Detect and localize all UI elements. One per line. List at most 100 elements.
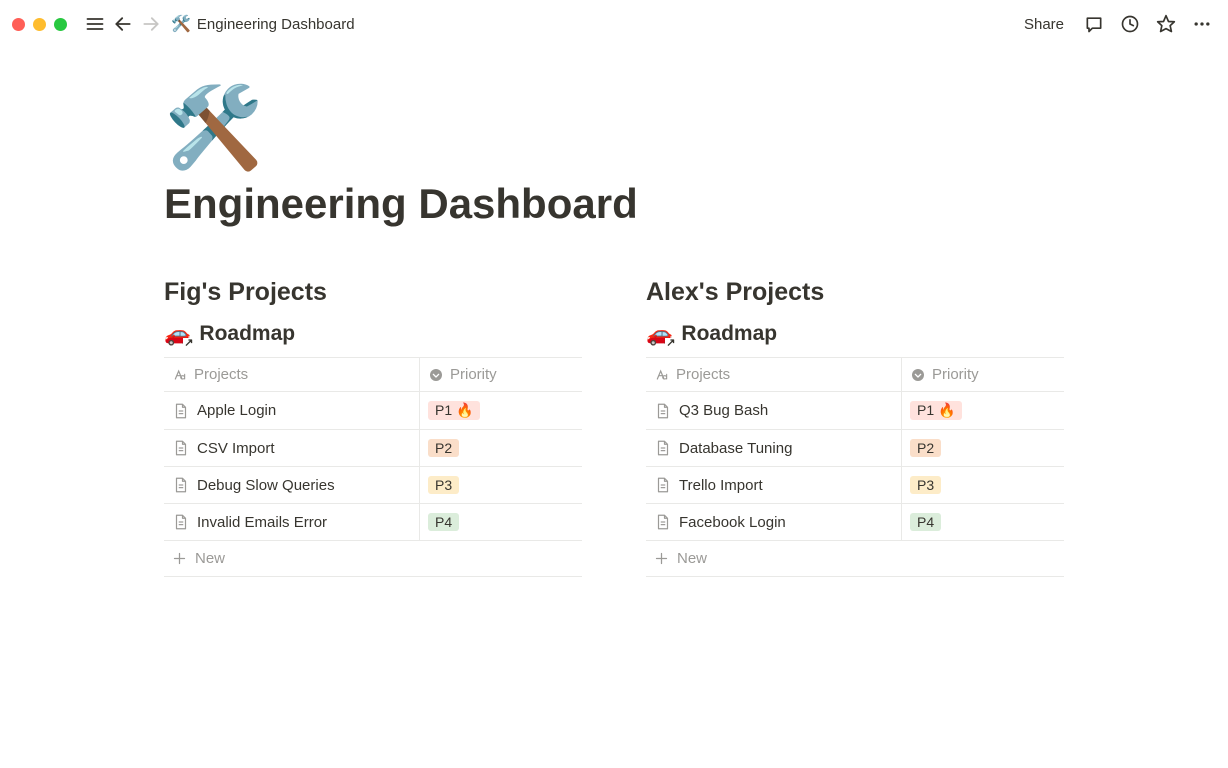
window-minimize-button[interactable] (33, 18, 46, 31)
priority-tag: P4 (428, 513, 459, 531)
plus-icon (172, 551, 187, 566)
star-icon (1156, 14, 1176, 34)
topbar: 🛠️ Engineering Dashboard Share (0, 0, 1228, 48)
text-property-icon (172, 367, 188, 383)
priority-tag: P1 🔥 (428, 401, 480, 420)
cell-priority[interactable]: P4 (902, 504, 1064, 540)
row-title: Q3 Bug Bash (679, 402, 768, 419)
breadcrumb[interactable]: 🛠️ Engineering Dashboard (171, 14, 355, 34)
page-icon (654, 402, 672, 420)
table-row[interactable]: Debug Slow Queries P3 (164, 467, 582, 504)
cell-project-name[interactable]: Facebook Login (646, 504, 902, 540)
toggle-sidebar-button[interactable] (81, 10, 109, 38)
plus-icon (654, 551, 669, 566)
cell-priority[interactable]: P3 (902, 467, 1064, 503)
priority-tag: P4 (910, 513, 941, 531)
priority-tag: P2 (910, 439, 941, 457)
row-title: Debug Slow Queries (197, 477, 335, 494)
page-icon (654, 476, 672, 494)
linked-database-title[interactable]: 🚗↗ Roadmap (646, 321, 1064, 347)
row-title: CSV Import (197, 440, 275, 457)
priority-tag: P2 (428, 439, 459, 457)
cell-priority[interactable]: P1 🔥 (420, 392, 582, 429)
hamburger-icon (85, 14, 105, 34)
section-heading[interactable]: Alex's Projects (646, 278, 1064, 307)
cell-priority[interactable]: P4 (420, 504, 582, 540)
table-row[interactable]: Apple Login P1 🔥 (164, 392, 582, 430)
table-row[interactable]: Facebook Login P4 (646, 504, 1064, 541)
comments-button[interactable] (1080, 10, 1108, 38)
table-row[interactable]: Q3 Bug Bash P1 🔥 (646, 392, 1064, 430)
database-icon: 🚗↗ (646, 321, 673, 347)
cell-project-name[interactable]: Invalid Emails Error (164, 504, 420, 540)
link-arrow-icon: ↗ (183, 338, 194, 349)
table-header: Projects Priority (646, 358, 1064, 392)
new-row-button[interactable]: New (164, 541, 582, 577)
breadcrumb-icon: 🛠️ (171, 14, 191, 34)
nav-forward-button[interactable] (137, 10, 165, 38)
row-title: Invalid Emails Error (197, 514, 327, 531)
page-icon[interactable]: 🛠️ (164, 88, 1064, 168)
text-property-icon (654, 367, 670, 383)
select-property-icon (428, 367, 444, 383)
section-heading[interactable]: Fig's Projects (164, 278, 582, 307)
topbar-right: Share (1016, 10, 1216, 38)
row-title: Trello Import (679, 477, 763, 494)
page-content: 🛠️ Engineering Dashboard Fig's Projects … (0, 48, 1228, 577)
table-row[interactable]: Invalid Emails Error P4 (164, 504, 582, 541)
priority-tag: P3 (910, 476, 941, 494)
cell-priority[interactable]: P1 🔥 (902, 392, 1064, 429)
nav-back-button[interactable] (109, 10, 137, 38)
column: Fig's Projects 🚗↗ Roadmap Projects Prior… (164, 278, 582, 577)
arrow-left-icon (113, 14, 133, 34)
column-header-label: Projects (194, 366, 248, 383)
select-property-icon (910, 367, 926, 383)
column-header-projects[interactable]: Projects (164, 358, 420, 391)
column-header-label: Priority (450, 366, 497, 383)
cell-priority[interactable]: P2 (902, 430, 1064, 466)
column-header-projects[interactable]: Projects (646, 358, 902, 391)
row-title: Facebook Login (679, 514, 786, 531)
cell-project-name[interactable]: Database Tuning (646, 430, 902, 466)
cell-project-name[interactable]: Debug Slow Queries (164, 467, 420, 503)
page-title[interactable]: Engineering Dashboard (164, 180, 1064, 228)
database-name: Roadmap (199, 322, 295, 346)
column-header-priority[interactable]: Priority (420, 358, 582, 391)
arrow-right-icon (141, 14, 161, 34)
priority-tag: P3 (428, 476, 459, 494)
column-header-priority[interactable]: Priority (902, 358, 1064, 391)
share-button[interactable]: Share (1016, 12, 1072, 37)
cell-priority[interactable]: P2 (420, 430, 582, 466)
table-row[interactable]: CSV Import P2 (164, 430, 582, 467)
row-title: Database Tuning (679, 440, 792, 457)
cell-project-name[interactable]: Apple Login (164, 392, 420, 429)
table-row[interactable]: Trello Import P3 (646, 467, 1064, 504)
window-close-button[interactable] (12, 18, 25, 31)
column: Alex's Projects 🚗↗ Roadmap Projects Prio… (646, 278, 1064, 577)
more-button[interactable] (1188, 10, 1216, 38)
cell-project-name[interactable]: CSV Import (164, 430, 420, 466)
column-header-label: Priority (932, 366, 979, 383)
breadcrumb-title: Engineering Dashboard (197, 16, 355, 33)
link-arrow-icon: ↗ (665, 338, 676, 349)
table-row[interactable]: Database Tuning P2 (646, 430, 1064, 467)
cell-project-name[interactable]: Trello Import (646, 467, 902, 503)
updates-button[interactable] (1116, 10, 1144, 38)
new-row-button[interactable]: New (646, 541, 1064, 577)
page-icon (172, 439, 190, 457)
ellipsis-icon (1192, 14, 1212, 34)
linked-database-title[interactable]: 🚗↗ Roadmap (164, 321, 582, 347)
cell-project-name[interactable]: Q3 Bug Bash (646, 392, 902, 429)
column-header-label: Projects (676, 366, 730, 383)
cell-priority[interactable]: P3 (420, 467, 582, 503)
database-table: Projects Priority Q3 Bug Bash P1 🔥 (646, 357, 1064, 577)
chat-bubble-icon (1084, 14, 1104, 34)
new-row-label: New (677, 550, 707, 567)
window-zoom-button[interactable] (54, 18, 67, 31)
database-name: Roadmap (681, 322, 777, 346)
row-title: Apple Login (197, 402, 276, 419)
clock-icon (1120, 14, 1140, 34)
favorite-button[interactable] (1152, 10, 1180, 38)
table-header: Projects Priority (164, 358, 582, 392)
page-icon (172, 402, 190, 420)
